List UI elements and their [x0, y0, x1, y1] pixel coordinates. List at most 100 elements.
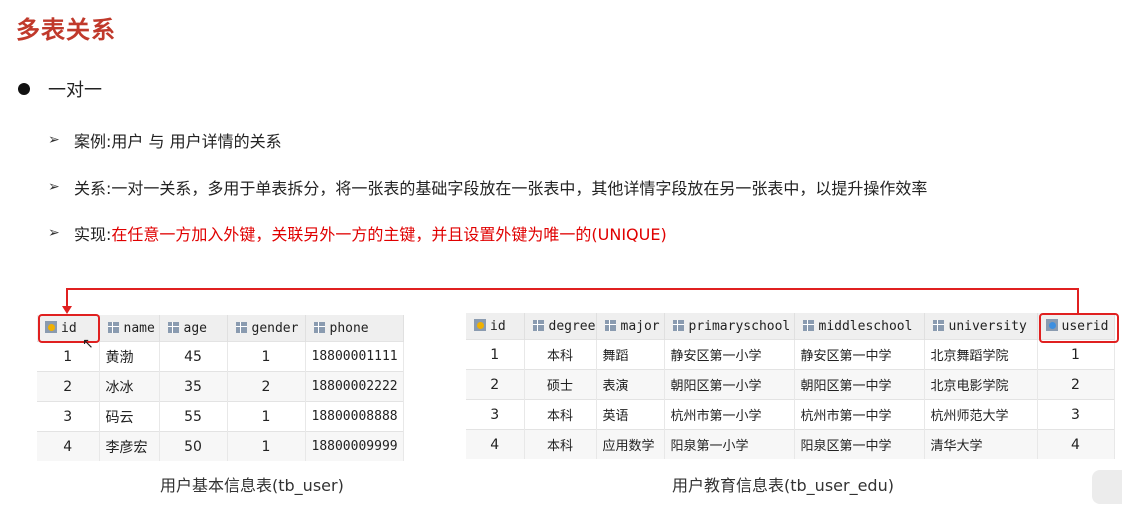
- cell-university: 杭州师范大学: [924, 399, 1038, 430]
- bullet-text: 用户 与 用户详情的关系: [111, 132, 282, 151]
- cell-id: 4: [466, 429, 525, 459]
- cell-phone: 18800001111: [305, 341, 404, 372]
- relation-arrow-icon: [62, 306, 72, 314]
- tb-user-caption: 用户基本信息表(tb_user): [160, 476, 344, 495]
- corner-logo: [1092, 470, 1122, 504]
- bullet-dot-icon: [18, 83, 30, 95]
- cell-gender: 1: [227, 431, 306, 461]
- cell-primaryschool: 杭州市第一小学: [664, 399, 795, 430]
- cell-id: 3: [466, 399, 525, 430]
- cell-userid: 1: [1037, 339, 1115, 370]
- arrow-icon: ➢: [48, 132, 60, 148]
- table-row[interactable]: 4 李彦宏 50 1 18800009999: [37, 431, 404, 461]
- column-icon: [802, 319, 814, 331]
- cell-middleschool: 朝阳区第一中学: [794, 369, 925, 400]
- column-icon: [672, 319, 684, 331]
- mouse-cursor-icon: ↖: [82, 336, 94, 352]
- cell-age: 45: [159, 341, 228, 372]
- cell-university: 清华大学: [924, 429, 1038, 459]
- cell-primaryschool: 静安区第一小学: [664, 339, 795, 370]
- table-row[interactable]: 2 硕士 表演 朝阳区第一小学 朝阳区第一中学 北京电影学院 2: [466, 369, 1115, 400]
- bullet-prefix: 案例:: [74, 132, 112, 151]
- cell-university: 北京舞蹈学院: [924, 339, 1038, 370]
- cell-degree: 本科: [524, 339, 597, 370]
- table-row[interactable]: 3 码云 55 1 18800008888: [37, 401, 404, 432]
- column-header-age[interactable]: age: [159, 315, 228, 342]
- cell-gender: 1: [227, 341, 306, 372]
- cell-userid: 3: [1037, 399, 1115, 430]
- section-label: 一对一: [48, 80, 102, 101]
- cell-userid: 2: [1037, 369, 1115, 400]
- column-header-major[interactable]: major: [596, 313, 665, 340]
- relation-connector-rise: [1077, 288, 1079, 314]
- table-row[interactable]: 3 本科 英语 杭州市第一小学 杭州市第一中学 杭州师范大学 3: [466, 399, 1115, 430]
- foreign-key-highlight: [1039, 313, 1119, 343]
- page-title: 多表关系: [16, 16, 116, 44]
- column-icon: [107, 321, 119, 333]
- column-header-university[interactable]: university: [924, 313, 1038, 340]
- column-header-id[interactable]: id: [466, 313, 525, 340]
- cell-phone: 18800009999: [305, 431, 404, 461]
- bullet-prefix: 关系:: [74, 179, 112, 198]
- cell-id: 4: [37, 431, 100, 461]
- column-header-name[interactable]: name: [99, 315, 160, 342]
- column-icon: [235, 321, 247, 333]
- cell-degree: 硕士: [524, 369, 597, 400]
- arrow-icon: ➢: [48, 179, 60, 195]
- cell-id: 2: [466, 369, 525, 400]
- tb-user-edu-table: id degree major primaryschool middlescho…: [466, 313, 1115, 459]
- table-row[interactable]: 4 本科 应用数学 阳泉第一小学 阳泉区第一中学 清华大学 4: [466, 429, 1115, 459]
- cell-name: 李彦宏: [99, 431, 160, 461]
- section-heading: 一对一: [18, 76, 102, 102]
- bullet-prefix: 实现:: [74, 225, 112, 244]
- cell-age: 55: [159, 401, 228, 432]
- cell-name: 黄渤: [99, 341, 160, 372]
- column-icon: [932, 319, 944, 331]
- cell-gender: 2: [227, 371, 306, 402]
- bullet-red-text: 在任意一方加入外键，关联另外一方的主键，并且设置外键为唯一的(UNIQUE): [111, 225, 667, 244]
- key-icon: [474, 318, 486, 331]
- arrow-icon: ➢: [48, 225, 60, 241]
- cell-phone: 18800008888: [305, 401, 404, 432]
- bullet-implementation: ➢ 实现: 在任意一方加入外键，关联另外一方的主键，并且设置外键为唯一的(UNI…: [48, 221, 667, 245]
- cell-university: 北京电影学院: [924, 369, 1038, 400]
- cell-id: 2: [37, 371, 100, 402]
- cell-degree: 本科: [524, 399, 597, 430]
- cell-id: 3: [37, 401, 100, 432]
- column-icon: [532, 319, 544, 331]
- cell-major: 英语: [596, 399, 665, 430]
- column-icon: [313, 321, 325, 333]
- cell-name: 码云: [99, 401, 160, 432]
- cell-id: 1: [466, 339, 525, 370]
- cell-phone: 18800002222: [305, 371, 404, 402]
- cell-primaryschool: 阳泉第一小学: [664, 429, 795, 459]
- bullet-text: 一对一关系，多用于单表拆分，将一张表的基础字段放在一张表中，其他详情字段放在另一…: [111, 179, 928, 198]
- relation-connector-line: [66, 288, 1078, 290]
- tb-user-edu-caption: 用户教育信息表(tb_user_edu): [672, 476, 894, 495]
- cell-gender: 1: [227, 401, 306, 432]
- column-header-gender[interactable]: gender: [227, 315, 306, 342]
- column-header-primaryschool[interactable]: primaryschool: [664, 313, 795, 340]
- cell-middleschool: 阳泉区第一中学: [794, 429, 925, 459]
- table-header-row: id degree major primaryschool middlescho…: [466, 313, 1115, 340]
- cell-middleschool: 静安区第一中学: [794, 339, 925, 370]
- bullet-relation: ➢ 关系: 一对一关系，多用于单表拆分，将一张表的基础字段放在一张表中，其他详情…: [48, 175, 927, 199]
- cell-major: 表演: [596, 369, 665, 400]
- relation-connector-drop: [66, 288, 68, 308]
- cell-major: 应用数学: [596, 429, 665, 459]
- cell-primaryschool: 朝阳区第一小学: [664, 369, 795, 400]
- column-header-middleschool[interactable]: middleschool: [794, 313, 925, 340]
- bullet-case: ➢ 案例: 用户 与 用户详情的关系: [48, 128, 282, 152]
- cell-degree: 本科: [524, 429, 597, 459]
- column-header-phone[interactable]: phone: [305, 315, 404, 342]
- column-header-degree[interactable]: degree: [524, 313, 597, 340]
- column-icon: [604, 319, 616, 331]
- cell-age: 50: [159, 431, 228, 461]
- cell-name: 冰冰: [99, 371, 160, 402]
- cell-major: 舞蹈: [596, 339, 665, 370]
- cell-userid: 4: [1037, 429, 1115, 459]
- cell-age: 35: [159, 371, 228, 402]
- table-row[interactable]: 1 本科 舞蹈 静安区第一小学 静安区第一中学 北京舞蹈学院 1: [466, 339, 1115, 370]
- table-row[interactable]: 2 冰冰 35 2 18800002222: [37, 371, 404, 402]
- cell-middleschool: 杭州市第一中学: [794, 399, 925, 430]
